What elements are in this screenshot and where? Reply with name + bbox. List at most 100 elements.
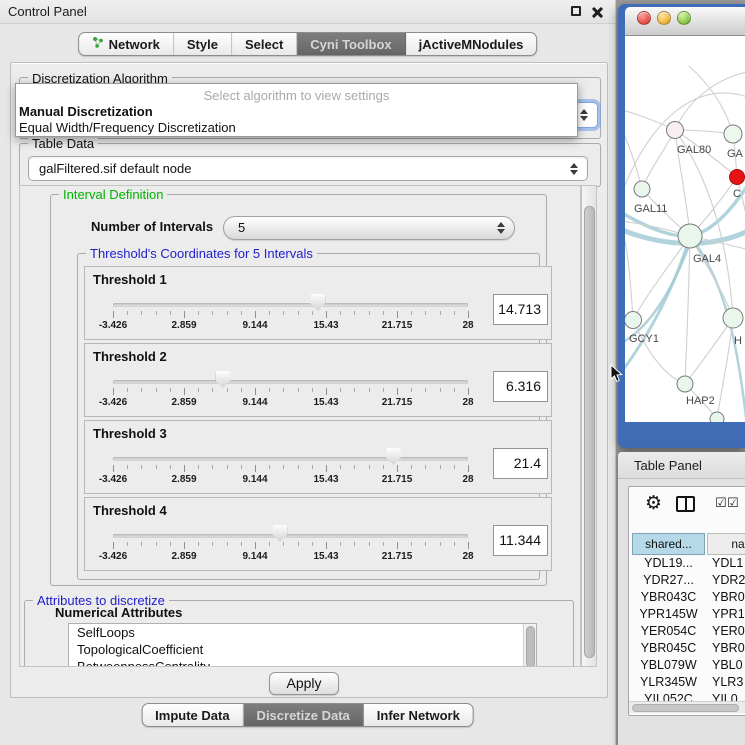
network-node-hap2[interactable] [677,376,693,392]
tick-mark [113,388,114,395]
network-node-gal80[interactable] [667,122,684,139]
tab-label: jActiveMNodules [419,37,524,52]
tick-mark [269,542,270,546]
threshold-value-field[interactable]: 21.4 [493,448,548,479]
table-row[interactable]: YBL079WYBL0 [629,657,745,674]
checkbox-icon[interactable]: ☑ [727,497,739,509]
table-row[interactable]: YDL19...YDL1 [629,555,745,572]
tab-cyni-toolbox[interactable]: Cyni Toolbox [297,33,405,55]
network-node-gal11[interactable] [634,181,650,197]
close-icon[interactable] [591,6,603,18]
threshold-value-field[interactable]: 6.316 [493,371,548,402]
node-label-gcy1: GCY1 [629,333,659,345]
thresholds-group: Threshold's Coordinates for 5 Intervals … [77,253,540,580]
slider-track[interactable] [113,457,468,461]
gear-icon[interactable]: ⚙ [645,493,662,515]
algorithm-popup-hint: Select algorithm to view settings [16,88,577,103]
tab-discretize-data[interactable]: Discretize Data [244,704,364,726]
settings-scrollbar-thumb[interactable] [584,206,595,658]
tick-label: -3.426 [99,551,127,562]
tick-label: 15.43 [313,320,338,331]
close-traffic-light-icon[interactable] [637,11,651,25]
attribute-item-topologicalcoefficient[interactable]: TopologicalCoefficient [69,641,536,658]
table-row[interactable]: YDR27...YDR2 [629,572,745,589]
table-row[interactable]: YPR145WYPR1 [629,606,745,623]
tab-infer-network[interactable]: Infer Network [364,704,473,726]
tick-mark [241,542,242,546]
slider-thumb[interactable] [386,448,401,465]
tick-mark [184,542,185,549]
algorithm-option-manual-discretization[interactable]: Manual Discretization [19,104,153,120]
table-row[interactable]: YIL052CYIL0 [629,691,745,701]
minimize-traffic-light-icon[interactable] [657,11,671,25]
network-node[interactable] [710,412,724,422]
tab-style[interactable]: Style [174,33,232,55]
table-panel-titlebar[interactable]: Table Panel [618,452,745,479]
tab-label: Network [109,37,160,52]
network-node-h[interactable] [723,308,743,328]
table-row[interactable]: YLR345WYLR3 [629,674,745,691]
zoom-traffic-light-icon[interactable] [677,11,691,25]
tick-mark [127,388,128,392]
tab-impute-data[interactable]: Impute Data [142,704,243,726]
table-data-combobox[interactable]: galFiltered.sif default node [28,156,588,181]
attribute-item-betweennesscentrality[interactable]: BetweennessCentrality [69,658,536,667]
tick-mark [269,311,270,315]
float-icon[interactable] [571,6,581,16]
attribute-item-selfloops[interactable]: SelfLoops [69,624,536,641]
table-row[interactable]: YBR043CYBR0 [629,589,745,606]
table-hscrollbar-thumb[interactable] [632,704,739,712]
table-row[interactable]: YER054CYER0 [629,623,745,640]
settings-scrollbar[interactable] [581,185,597,667]
tick-mark [283,388,284,392]
table-row[interactable]: YBR045CYBR0 [629,640,745,657]
tick-mark [212,465,213,469]
tick-mark [440,542,441,546]
threshold-value-field[interactable]: 14.713 [493,294,548,325]
slider-thumb[interactable] [310,294,325,311]
number-of-intervals-spinner[interactable]: 5 [223,216,515,240]
tick-label: 28 [462,320,473,331]
algorithm-popup: Select algorithm to view settings Manual… [15,83,578,137]
tick-label: 21.715 [382,551,413,562]
tab-select[interactable]: Select [232,33,297,55]
list-scrollbar-thumb[interactable] [526,626,535,667]
slider-track[interactable] [113,380,468,384]
network-node-gal4[interactable] [678,224,702,248]
network-window-titlebar[interactable] [625,7,745,36]
slider-thumb[interactable] [272,525,287,542]
tick-mark [141,388,142,392]
table-horizontal-scrollbar[interactable] [629,701,745,713]
algorithm-option-equal-width-frequency-discretization[interactable]: Equal Width/Frequency Discretization [19,120,236,136]
network-nodes[interactable]: GAL80GACGAL11GAL4GCY1HHAP2 [625,122,745,423]
tick-label: 28 [462,551,473,562]
network-canvas[interactable]: GAL80GACGAL11GAL4GCY1HHAP2 [625,36,745,422]
numerical-attributes-list[interactable]: SelfLoopsTopologicalCoefficientBetweenne… [68,623,537,667]
tick-mark [298,388,299,392]
slider-track[interactable] [113,534,468,538]
cell-shared-name: YLR345W [632,674,705,691]
column-header-name[interactable]: na [707,533,745,555]
tab-jactivemnodules[interactable]: jActiveMNodules [406,33,537,55]
slider-track[interactable] [113,303,468,307]
tick-mark [468,311,469,318]
slider-thumb[interactable] [216,371,231,388]
tick-mark [227,311,228,315]
tab-network[interactable]: Network [79,33,174,55]
tick-mark [326,542,327,549]
columns-icon[interactable] [676,496,695,512]
tick-mark [454,465,455,469]
tick-mark [156,465,157,469]
network-node-gcy1[interactable] [625,312,642,329]
control-panel-titlebar[interactable]: Control Panel [0,0,615,24]
apply-button[interactable]: Apply [269,672,339,695]
checkbox-icon[interactable]: ☑ [715,497,727,509]
list-scrollbar[interactable] [523,624,536,667]
table-data-value: galFiltered.sif default node [39,161,191,176]
tick-mark [411,311,412,315]
column-header-shared-name[interactable]: shared... [632,533,705,555]
threshold-value-field[interactable]: 11.344 [493,525,548,556]
network-node-c[interactable] [730,170,745,185]
tick-mark [440,465,441,469]
network-node-ga[interactable] [724,125,742,143]
